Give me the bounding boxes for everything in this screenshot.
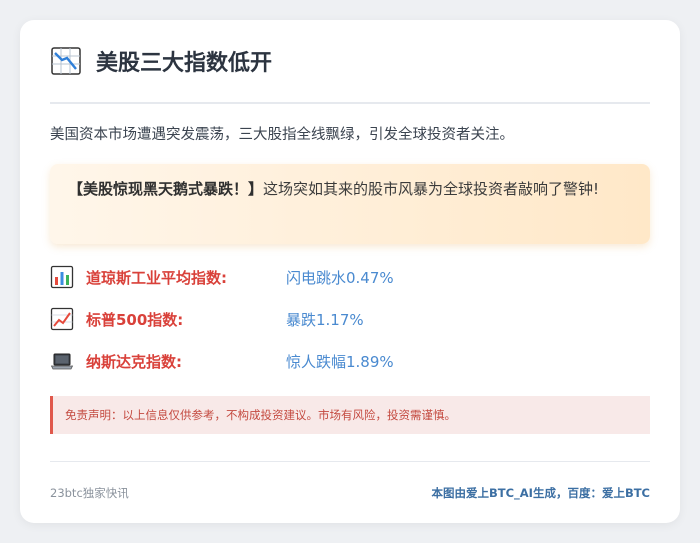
- index-label: 标普500指数:: [86, 310, 184, 329]
- footer-credit: 本图由爱上BTC_AI生成，百度：爱上BTC: [431, 485, 650, 500]
- bar-chart-icon: [50, 265, 74, 289]
- laptop-icon: [50, 349, 74, 373]
- index-label: 道琼斯工业平均指数:: [86, 268, 227, 287]
- footer-source: 23btc独家快讯: [50, 485, 129, 500]
- alert-box: 【美股惊现黑天鹅式暴跌！】这场突如其来的股市风暴为全球投资者敲响了警钟!: [50, 164, 650, 244]
- index-row-sp500: 标普500指数: 暴跌1.17%: [50, 298, 650, 340]
- card-footer: 23btc独家快讯 本图由爱上BTC_AI生成，百度：爱上BTC: [50, 461, 650, 523]
- index-value: 暴跌1.17%: [286, 310, 364, 329]
- disclaimer: 免责声明：以上信息仅供参考，不构成投资建议。市场有风险，投资需谨慎。: [50, 396, 650, 434]
- news-card: 美股三大指数低开 美国资本市场遭遇突发震荡，三大股指全线飘绿，引发全球投资者关注…: [20, 20, 680, 523]
- index-list: 道琼斯工业平均指数: 闪电跳水0.47% 标普500指数: 暴跌1.17% 纳斯…: [50, 256, 650, 382]
- index-value: 闪电跳水0.47%: [286, 268, 394, 287]
- index-label: 纳斯达克指数:: [86, 352, 182, 371]
- chart-increasing-icon: [50, 307, 74, 331]
- alert-text: 这场突如其来的股市风暴为全球投资者敲响了警钟!: [263, 180, 600, 198]
- page-title: 美股三大指数低开: [96, 51, 273, 76]
- card-header: 美股三大指数低开: [50, 20, 650, 104]
- intro-text: 美国资本市场遭遇突发震荡，三大股指全线飘绿，引发全球投资者关注。: [50, 127, 514, 143]
- index-row-nasdaq: 纳斯达克指数: 惊人跌幅1.89%: [50, 340, 650, 382]
- chart-decreasing-icon: [50, 45, 82, 77]
- index-value: 惊人跌幅1.89%: [286, 352, 394, 371]
- index-row-dow: 道琼斯工业平均指数: 闪电跳水0.47%: [50, 256, 650, 298]
- alert-headline: 【美股惊现黑天鹅式暴跌！】: [68, 180, 264, 198]
